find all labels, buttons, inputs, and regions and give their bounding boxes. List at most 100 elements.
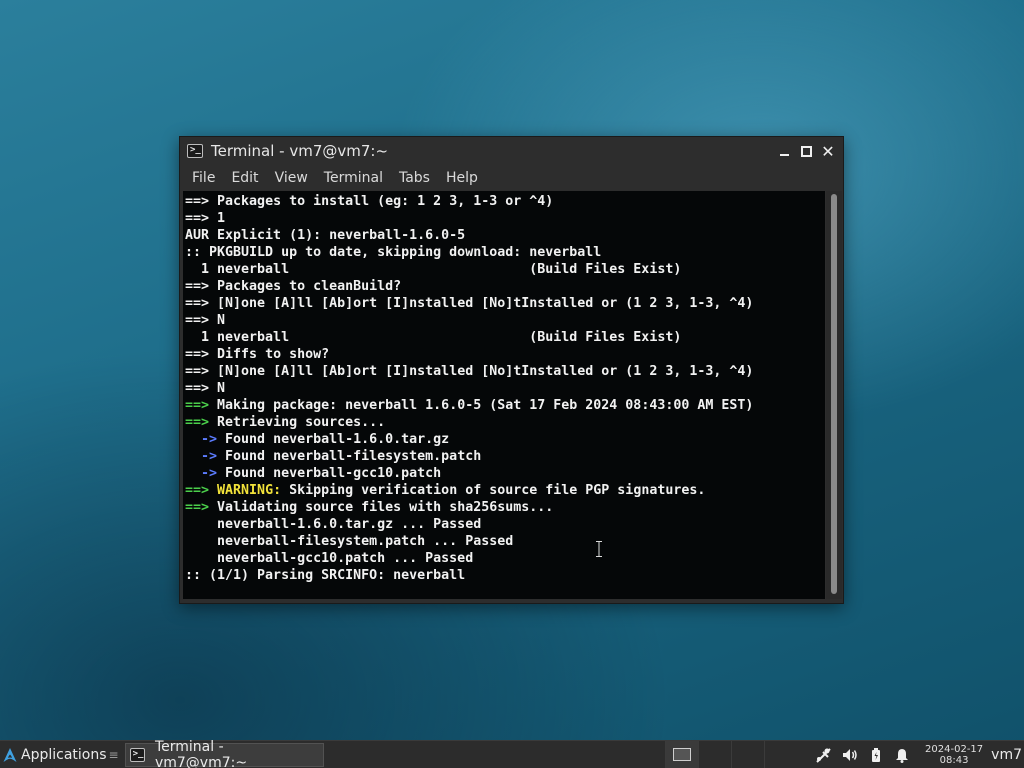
terminal-text: Skipping verification of source file PGP…	[281, 483, 706, 498]
terminal-text: ==>	[185, 364, 218, 379]
terminal-text: ==>	[185, 194, 218, 209]
network-icon	[816, 747, 831, 763]
scrollbar-thumb[interactable]	[831, 194, 837, 594]
terminal-text: Found neverball-1.6.0.tar.gz	[225, 432, 450, 447]
maximize-button[interactable]	[795, 140, 817, 162]
terminal-text: WARNING:	[217, 483, 282, 498]
text-cursor-icon	[596, 541, 602, 557]
terminal-window[interactable]: >_ Terminal - vm7@vm7:~ ✕ File Edit View…	[179, 136, 844, 604]
terminal-line: ==> [N]one [A]ll [Ab]ort [I]nstalled [No…	[185, 295, 753, 312]
clock-date: 2024-02-17	[925, 743, 984, 755]
network-button[interactable]	[811, 747, 837, 763]
terminal-line: 1 neverball (Build Files Exist)	[185, 329, 753, 346]
menu-view[interactable]: View	[267, 170, 316, 186]
taskbar-task-terminal[interactable]: >_ Terminal - vm7@vm7:~	[124, 739, 324, 768]
terminal-line: neverball-gcc10.patch ... Passed	[185, 550, 753, 567]
terminal-text: 1 neverball (Build Files Exist)	[185, 330, 682, 345]
terminal-icon: >_	[187, 144, 203, 158]
system-tray: 2024-02-17 08:43 vm7	[811, 741, 1024, 768]
close-button[interactable]: ✕	[817, 140, 839, 162]
terminal-text: neverball-gcc10.patch ... Passed	[185, 551, 474, 566]
terminal-text: 1 neverball (Build Files Exist)	[185, 262, 682, 277]
terminal-line: ==> Making package: neverball 1.6.0-5 (S…	[185, 397, 753, 414]
terminal-line: ==> Packages to install (eg: 1 2 3, 1-3 …	[185, 193, 753, 210]
user-menu-button[interactable]: vm7	[991, 747, 1022, 763]
terminal-text: ==>	[185, 500, 218, 515]
terminal-text: [N]one [A]ll [Ab]ort [I]nstalled [No]tIn…	[217, 296, 754, 311]
terminal-text: :: (1/1) Parsing SRCINFO: neverball	[185, 568, 466, 583]
workspace-2[interactable]	[698, 741, 731, 768]
terminal-text: :: PKGBUILD up to date, skipping downloa…	[185, 245, 602, 260]
terminal-line: ==> Retrieving sources...	[185, 414, 753, 431]
menu-terminal[interactable]: Terminal	[316, 170, 391, 186]
menu-file[interactable]: File	[184, 170, 223, 186]
window-titlebar[interactable]: >_ Terminal - vm7@vm7:~ ✕	[180, 137, 843, 165]
workspace-3[interactable]	[731, 741, 764, 768]
terminal-text: ==>	[185, 415, 218, 430]
arch-logo-icon	[3, 747, 17, 762]
bell-icon	[896, 748, 909, 763]
menubar: File Edit View Terminal Tabs Help	[180, 165, 843, 190]
terminal-line: ==> Packages to cleanBuild?	[185, 278, 753, 295]
terminal-line: neverball-1.6.0.tar.gz ... Passed	[185, 516, 753, 533]
terminal-line: -> Found neverball-1.6.0.tar.gz	[185, 431, 753, 448]
task-label: Terminal - vm7@vm7:~	[154, 738, 248, 768]
terminal-text: neverball-filesystem.patch ... Passed	[185, 534, 514, 549]
terminal-text: Validating source files with sha256sums.…	[217, 500, 554, 515]
terminal-text: Packages to cleanBuild?	[217, 279, 402, 294]
minimize-button[interactable]	[773, 140, 795, 162]
terminal-line: neverball-filesystem.patch ... Passed	[185, 533, 753, 550]
volume-button[interactable]	[837, 747, 863, 763]
terminal-line: ==> Validating source files with sha256s…	[185, 499, 753, 516]
volume-icon	[843, 748, 857, 761]
workspace-switcher	[665, 741, 797, 768]
terminal-text: ->	[185, 432, 226, 447]
battery-button[interactable]	[863, 747, 889, 763]
battery-icon	[872, 747, 881, 762]
terminal-line: AUR Explicit (1): neverball-1.6.0-5	[185, 227, 753, 244]
menu-help[interactable]: Help	[438, 170, 486, 186]
terminal-line: ==> [N]one [A]ll [Ab]ort [I]nstalled [No…	[185, 363, 753, 380]
notifications-button[interactable]	[889, 747, 915, 763]
taskbar: Applications ≡ >_ Terminal - vm7@vm7:~ 2…	[0, 739, 1024, 768]
terminal-text: ==>	[185, 279, 218, 294]
window-title: Terminal - vm7@vm7:~	[211, 142, 389, 160]
terminal-line: 1 neverball (Build Files Exist)	[185, 261, 753, 278]
terminal-line: ==> WARNING: Skipping verification of so…	[185, 482, 753, 499]
terminal-line: -> Found neverball-filesystem.patch	[185, 448, 753, 465]
maximize-icon	[800, 145, 812, 157]
terminal-lines: ==> Packages to install (eg: 1 2 3, 1-3 …	[185, 193, 753, 584]
menu-tabs[interactable]: Tabs	[391, 170, 438, 186]
workspace-4[interactable]	[764, 741, 797, 768]
terminal-scrollbar[interactable]	[826, 191, 842, 599]
menu-edit[interactable]: Edit	[223, 170, 266, 186]
terminal-text: N	[217, 381, 226, 396]
terminal-text: Retrieving sources...	[217, 415, 386, 430]
terminal-text: N	[217, 313, 226, 328]
applications-menu-button[interactable]: Applications ≡	[0, 741, 123, 768]
applications-label: Applications	[21, 746, 107, 763]
workspace-1[interactable]	[665, 741, 699, 768]
terminal-text: 1	[217, 211, 226, 226]
terminal-text: ==>	[185, 381, 218, 396]
minimize-icon	[779, 153, 789, 156]
terminal-line: ==> 1	[185, 210, 753, 227]
terminal-text: neverball-1.6.0.tar.gz ... Passed	[185, 517, 482, 532]
terminal-text: [N]one [A]ll [Ab]ort [I]nstalled [No]tIn…	[217, 364, 754, 379]
clock-time: 08:43	[939, 754, 969, 766]
terminal-line: ==> N	[185, 312, 753, 329]
terminal-text: Found neverball-filesystem.patch	[225, 449, 482, 464]
workspace-window-icon	[673, 748, 692, 761]
terminal-text: Found neverball-gcc10.patch	[225, 466, 442, 481]
terminal-line: :: (1/1) Parsing SRCINFO: neverball	[185, 567, 753, 584]
terminal-text: ==>	[185, 483, 218, 498]
terminal-text: ->	[185, 466, 226, 481]
menu-separator-icon: ≡	[108, 747, 119, 762]
clock[interactable]: 2024-02-17 08:43	[925, 744, 983, 766]
terminal-line: ==> Diffs to show?	[185, 346, 753, 363]
terminal-output[interactable]: ==> Packages to install (eg: 1 2 3, 1-3 …	[183, 191, 825, 599]
terminal-text: ==>	[185, 211, 218, 226]
terminal-text: ==>	[185, 347, 218, 362]
terminal-text: Packages to install (eg: 1 2 3, 1-3 or ^…	[217, 194, 554, 209]
close-icon: ✕	[821, 141, 835, 161]
